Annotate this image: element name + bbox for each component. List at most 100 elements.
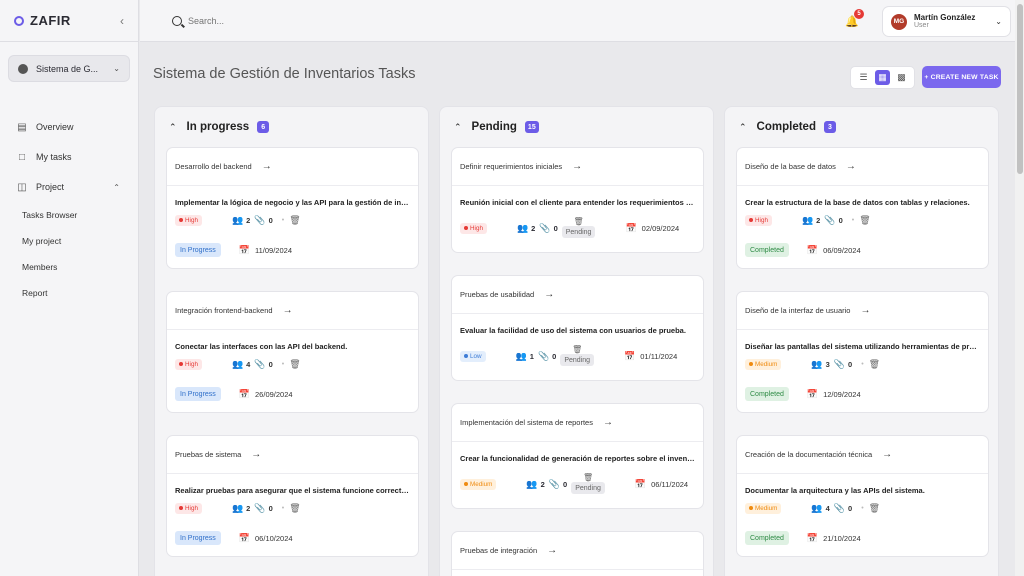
date-text: 06/09/2024: [823, 245, 861, 255]
dot-icon: [464, 482, 468, 486]
sidebar: ZAFIR ‹ Sistema de G... ⌄ ▤ Overview □ M…: [0, 0, 139, 576]
arrow-right-icon[interactable]: →: [544, 289, 554, 300]
list-view-icon[interactable]: ☰: [856, 70, 871, 85]
due-date: 📅 26/09/2024: [239, 389, 293, 400]
task-card[interactable]: Desarrollo del backend → Implementar la …: [166, 147, 419, 269]
chevron-up-icon: ⌃: [169, 121, 177, 132]
sidebar-subitem-report[interactable]: Report: [0, 280, 138, 306]
sidebar-subitem-members[interactable]: Members: [0, 254, 138, 280]
sidebar-subitem-tasks-browser[interactable]: Tasks Browser: [0, 202, 138, 228]
paperclip-icon: 📎: [254, 358, 266, 369]
trash-icon[interactable]: 🗑: [289, 215, 300, 226]
trash-icon[interactable]: 🗑: [583, 474, 593, 482]
user-name: Martín González: [914, 12, 976, 22]
sidebar-item-project[interactable]: ◫ Project ⌃: [0, 172, 138, 202]
arrow-right-icon[interactable]: →: [262, 161, 272, 172]
card-footer: Completed 📅 21/10/2024: [737, 531, 988, 545]
attachments-count: 0: [553, 223, 558, 233]
chevron-down-icon: ⌄: [113, 64, 120, 73]
priority-badge: High: [175, 502, 202, 514]
trash-icon[interactable]: 🗑: [574, 218, 584, 226]
card-meta: Low 👥 1 📎 0 🗑 Pending 📅 01/11/2024: [452, 343, 703, 369]
search-icon: [172, 15, 182, 26]
card-meta: High 👥 2 📎 0 • 🗑: [167, 501, 418, 515]
bell-icon[interactable]: 🔔 5: [845, 9, 864, 28]
sidebar-subitem-my-project[interactable]: My project: [0, 228, 138, 254]
arrow-right-icon[interactable]: →: [846, 161, 856, 172]
paperclip-icon: 📎: [254, 502, 266, 513]
notification-badge: 5: [854, 9, 864, 19]
arrow-right-icon[interactable]: →: [572, 161, 582, 172]
arrow-right-icon[interactable]: →: [547, 545, 557, 556]
task-card[interactable]: Diseño de la base de datos → Crear la es…: [736, 147, 989, 269]
column-header[interactable]: ⌃ Completed 3: [725, 107, 998, 147]
priority-label: Medium: [755, 360, 778, 368]
trash-icon[interactable]: 🗑: [289, 503, 300, 514]
priority-label: High: [470, 224, 483, 232]
arrow-right-icon[interactable]: →: [860, 305, 870, 316]
status-badge: Completed: [745, 531, 789, 545]
card-footer: Completed 📅 12/09/2024: [737, 387, 988, 401]
user-role: User: [914, 22, 929, 30]
task-card[interactable]: Pruebas de integración →: [451, 531, 704, 576]
scrollbar-thumb[interactable]: [1017, 4, 1023, 174]
arrow-right-icon[interactable]: →: [603, 417, 613, 428]
card-meta: High 👥 2 📎 0 • 🗑: [167, 213, 418, 227]
card-footer: Completed 📅 06/09/2024: [737, 243, 988, 257]
members-count: 2: [540, 479, 545, 489]
sidebar-item-my-tasks[interactable]: □ My tasks: [0, 142, 138, 172]
task-card[interactable]: Integración frontend-backend → Conectar …: [166, 291, 419, 413]
priority-label: Medium: [470, 480, 493, 488]
logo-icon: [14, 15, 24, 26]
calendar-view-icon[interactable]: ▩: [894, 70, 909, 85]
members-count: 3: [825, 359, 830, 369]
trash-icon[interactable]: 🗑: [859, 215, 870, 226]
card-header: Pruebas de integración →: [452, 532, 703, 570]
due-date: 📅 12/09/2024: [807, 389, 861, 400]
separator-dot: •: [851, 216, 855, 224]
card-meta: High 👥 2 📎 0 • 🗑: [737, 213, 988, 227]
users-icon: 👥: [801, 214, 814, 225]
attachments-count: 0: [848, 359, 853, 369]
search-input[interactable]: [188, 15, 388, 26]
card-title: Creación de la documentación técnica: [745, 450, 873, 459]
users-icon: 👥: [231, 214, 244, 225]
dot-icon: [179, 218, 183, 222]
card-description: Conectar las interfaces con las API del …: [175, 342, 348, 351]
trash-icon[interactable]: 🗑: [869, 359, 880, 370]
column-count: 6: [257, 121, 270, 133]
search: [172, 15, 388, 26]
column-header[interactable]: ⌃ In progress 6: [155, 107, 428, 147]
separator-dot: •: [281, 216, 285, 224]
column-count: 15: [524, 121, 539, 133]
arrow-right-icon[interactable]: →: [251, 449, 261, 460]
sidebar-item-label: My tasks: [36, 152, 72, 162]
pending-group: 🗑 Pending: [561, 218, 596, 238]
trash-icon[interactable]: 🗑: [289, 359, 300, 370]
user-menu[interactable]: MG Martín González User ⌄: [883, 7, 1010, 36]
trash-icon[interactable]: 🗑: [572, 346, 582, 354]
task-card[interactable]: Definir requerimientos iniciales → Reuni…: [451, 147, 704, 253]
separator-dot: •: [861, 360, 864, 368]
page-scrollbar[interactable]: [1015, 0, 1024, 576]
task-card[interactable]: Implementación del sistema de reportes →…: [451, 403, 704, 509]
priority-label: High: [185, 216, 198, 224]
create-task-button[interactable]: + CREATE NEW TASK: [922, 66, 1001, 88]
collapse-sidebar-icon[interactable]: ‹: [120, 14, 124, 28]
arrow-right-icon[interactable]: →: [882, 449, 892, 460]
task-card[interactable]: Creación de la documentación técnica → D…: [736, 435, 989, 557]
board-view-icon[interactable]: ▦: [875, 70, 890, 85]
task-card[interactable]: Diseño de la interfaz de usuario → Diseñ…: [736, 291, 989, 413]
date-text: 06/10/2024: [255, 533, 293, 543]
paperclip-icon: 📎: [537, 350, 550, 361]
sidebar-item-overview[interactable]: ▤ Overview: [0, 112, 138, 142]
column-title: In progress: [186, 121, 250, 133]
column-header[interactable]: ⌃ Pending 15: [440, 107, 713, 147]
card-meta: Medium 👥 4 📎 0 • 🗑: [737, 501, 988, 515]
trash-icon[interactable]: 🗑: [869, 503, 880, 514]
members-count: 4: [825, 503, 830, 513]
project-selector[interactable]: Sistema de G... ⌄: [8, 55, 130, 82]
task-card[interactable]: Pruebas de usabilidad → Evaluar la facil…: [451, 275, 704, 381]
arrow-right-icon[interactable]: →: [283, 305, 293, 316]
task-card[interactable]: Pruebas de sistema → Realizar pruebas pa…: [166, 435, 419, 557]
